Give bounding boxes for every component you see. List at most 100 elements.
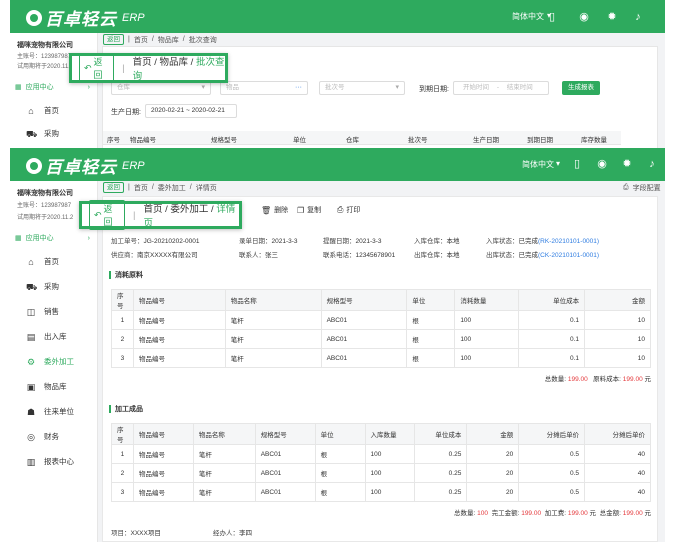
total-amount: 199.00 bbox=[622, 510, 643, 517]
brand-logo[interactable]: 百卓轻云 ERP bbox=[26, 5, 145, 30]
sidebar-item-partners[interactable]: ☗ 往来单位 bbox=[26, 406, 74, 417]
crumb-item-library-zoom[interactable]: 物品库 bbox=[160, 57, 189, 68]
printer-icon: ⎙ bbox=[337, 205, 344, 214]
crumb-home[interactable]: 首页 bbox=[134, 183, 148, 193]
sidebar-item-reports[interactable]: ▥ 报表中心 bbox=[26, 456, 74, 467]
sidebar-item-finance[interactable]: ◎ 财务 bbox=[26, 431, 59, 442]
sidebar: 福咪宠物有限公司 主账号：123987987 试用期将于2020.11.2 ▦ … bbox=[10, 181, 98, 542]
back-button-zoom[interactable]: ↶ 返回 bbox=[79, 53, 115, 83]
sidebar-item-outsourcing[interactable]: ⚙ 委外加工 bbox=[26, 356, 74, 367]
chevron-right-icon: › bbox=[87, 83, 90, 91]
table-row[interactable]: 2 物品编号 笔杆 ABC01 根 100 0.25 20 0.5 40 bbox=[111, 463, 651, 483]
trial-expire: 试用期将于2020.11.2 bbox=[17, 64, 74, 70]
sidebar-item-label: 采购 bbox=[44, 282, 59, 291]
sidebar-item-purchase[interactable]: ⛟ 采购 bbox=[26, 281, 59, 292]
field-config-button[interactable]: ⎙ 字段配置 bbox=[623, 183, 661, 193]
mobile-icon[interactable]: ▯ bbox=[571, 158, 583, 170]
back-button[interactable]: 返回 bbox=[103, 182, 124, 193]
table-cell: 20 bbox=[466, 444, 520, 464]
delete-button[interactable]: 🗑 删除 bbox=[261, 205, 288, 215]
production-date-range[interactable]: 2020-02-21 ~ 2020-02-21 bbox=[145, 104, 237, 118]
expire-date-label: 到期日期: bbox=[419, 86, 449, 93]
back-button[interactable]: 返回 bbox=[103, 34, 124, 45]
table-row[interactable]: 3 物品编号 笔杆 ABC01 根 100 0.25 20 0.5 40 bbox=[111, 482, 651, 502]
sidebar-item-label: 物品库 bbox=[44, 382, 67, 391]
table-cell: 3 bbox=[111, 482, 134, 502]
copy-button[interactable]: ❐ 复制 bbox=[297, 205, 321, 215]
table-cell: 根 bbox=[406, 329, 456, 349]
sidebar-item-home[interactable]: ⌂ 首页 bbox=[26, 256, 59, 267]
out-warehouse: 出库仓库：本地 bbox=[414, 252, 460, 259]
brand-name: 百卓轻云 bbox=[45, 10, 117, 29]
remind-date: 提醒日期：2021-3-3 bbox=[323, 238, 382, 245]
brand-logo[interactable]: 百卓轻云 ERP bbox=[26, 153, 145, 178]
copy-icon: ❐ bbox=[297, 205, 305, 215]
table-cell: 根 bbox=[314, 482, 366, 502]
sidebar-item-label: 首页 bbox=[44, 106, 59, 115]
crumb-outsourcing[interactable]: 委外加工 bbox=[158, 183, 186, 193]
table-cell: 10 bbox=[584, 310, 651, 330]
breadcrumb: 返回 | 首页 / 委外加工 / 详情页 bbox=[103, 182, 217, 193]
broadcast-icon[interactable]: ◉ bbox=[596, 158, 608, 170]
table-cell: 100 bbox=[364, 463, 416, 483]
back-label: 返回 bbox=[93, 57, 103, 80]
broadcast-icon[interactable]: ◉ bbox=[578, 11, 590, 23]
supplier: 供应商：南京XXXXX有限公司 bbox=[111, 252, 198, 259]
app-center-toggle[interactable]: ▦ 应用中心 › bbox=[15, 82, 90, 92]
crumb-home-zoom[interactable]: 首页 bbox=[143, 204, 162, 215]
print-button[interactable]: ⎙ 打印 bbox=[337, 205, 360, 215]
col-unit-cost: 单位成本 bbox=[518, 289, 586, 311]
table-cell: 物品编号 bbox=[132, 463, 194, 483]
sidebar-item-home[interactable]: ⌂ 首页 bbox=[26, 105, 59, 116]
partner-icon: ☗ bbox=[26, 406, 36, 417]
table-cell: ABC01 bbox=[254, 444, 316, 464]
back-button-zoom[interactable]: ↶ 返回 bbox=[89, 200, 125, 230]
return-icon: ↶ bbox=[84, 62, 92, 73]
gear-icon[interactable]: ✹ bbox=[621, 158, 633, 170]
language-select[interactable]: 简体中文 bbox=[512, 11, 544, 22]
box-icon: ▣ bbox=[26, 381, 36, 392]
table-row[interactable]: 1 物品编号 笔杆 ABC01 根 100 0.25 20 0.5 40 bbox=[111, 444, 651, 464]
warehouse-select[interactable]: 仓库 ▾ bbox=[111, 81, 211, 95]
gear-icon[interactable]: ✹ bbox=[606, 11, 618, 23]
out-order-link[interactable]: (CK-20210101-0001) bbox=[538, 252, 599, 259]
table-cell: 0.1 bbox=[518, 310, 586, 330]
generate-report-button[interactable]: 生成报表 bbox=[562, 81, 600, 95]
sidebar-item-inout[interactable]: ▤ 出入库 bbox=[26, 331, 67, 342]
table-cell: 物品编号 bbox=[132, 482, 194, 502]
item-input[interactable]: 物品 ··· bbox=[220, 81, 308, 95]
table-row[interactable]: 3 物品编号 笔杆 ABC01 根 100 0.1 10 bbox=[111, 348, 651, 368]
expire-date-range[interactable]: 开始时间 - 结束时间 bbox=[453, 81, 549, 95]
copy-label: 复制 bbox=[307, 207, 322, 214]
sidebar-item-label: 委外加工 bbox=[44, 357, 74, 366]
sidebar-item-item-library[interactable]: ▣ 物品库 bbox=[26, 381, 67, 392]
table-cell: 3 bbox=[111, 348, 134, 368]
sidebar-item-purchase[interactable]: ⛟ 采购 bbox=[26, 128, 59, 139]
sidebar-item-sales[interactable]: ◫ 销售 bbox=[26, 306, 59, 317]
crumb-item-library[interactable]: 物品库 bbox=[158, 35, 179, 45]
language-select[interactable]: 简体中文 bbox=[522, 159, 554, 170]
crumb-outsourcing-zoom[interactable]: 委外加工 bbox=[170, 204, 208, 215]
table-row[interactable]: 1 物品编号 笔杆 ABC01 根 100 0.1 10 bbox=[111, 310, 651, 330]
bell-icon[interactable]: ♪ bbox=[632, 11, 644, 23]
batch-select[interactable]: 批次号 ▾ bbox=[319, 81, 405, 95]
sidebar-item-label: 首页 bbox=[44, 257, 59, 266]
table-row[interactable]: 2 物品编号 笔杆 ABC01 根 100 0.1 10 bbox=[111, 329, 651, 349]
project: 项目：XXXX项目 bbox=[111, 530, 161, 537]
crumb-home[interactable]: 首页 bbox=[134, 35, 148, 45]
app-center-toggle[interactable]: ▦ 应用中心 › bbox=[15, 233, 90, 243]
brand-suffix: ERP bbox=[122, 159, 145, 172]
delete-label: 删除 bbox=[274, 207, 289, 214]
col-amount: 金额 bbox=[584, 289, 651, 311]
col-allocated-price-2: 分摊后单价 bbox=[584, 423, 651, 445]
report-icon: ▥ bbox=[26, 456, 36, 467]
crumb-home-zoom[interactable]: 首页 bbox=[133, 57, 152, 68]
mobile-icon[interactable]: ▯ bbox=[546, 11, 558, 23]
grid-icon: ▦ bbox=[15, 84, 22, 91]
brand-name: 百卓轻云 bbox=[45, 158, 117, 177]
table-cell: 40 bbox=[584, 444, 651, 464]
col-item-code: 物品编号 bbox=[132, 289, 226, 311]
in-order-link[interactable]: (RK-20210101-0001) bbox=[538, 238, 599, 245]
bell-icon[interactable]: ♪ bbox=[646, 158, 658, 170]
table-cell: 0.1 bbox=[518, 329, 586, 349]
